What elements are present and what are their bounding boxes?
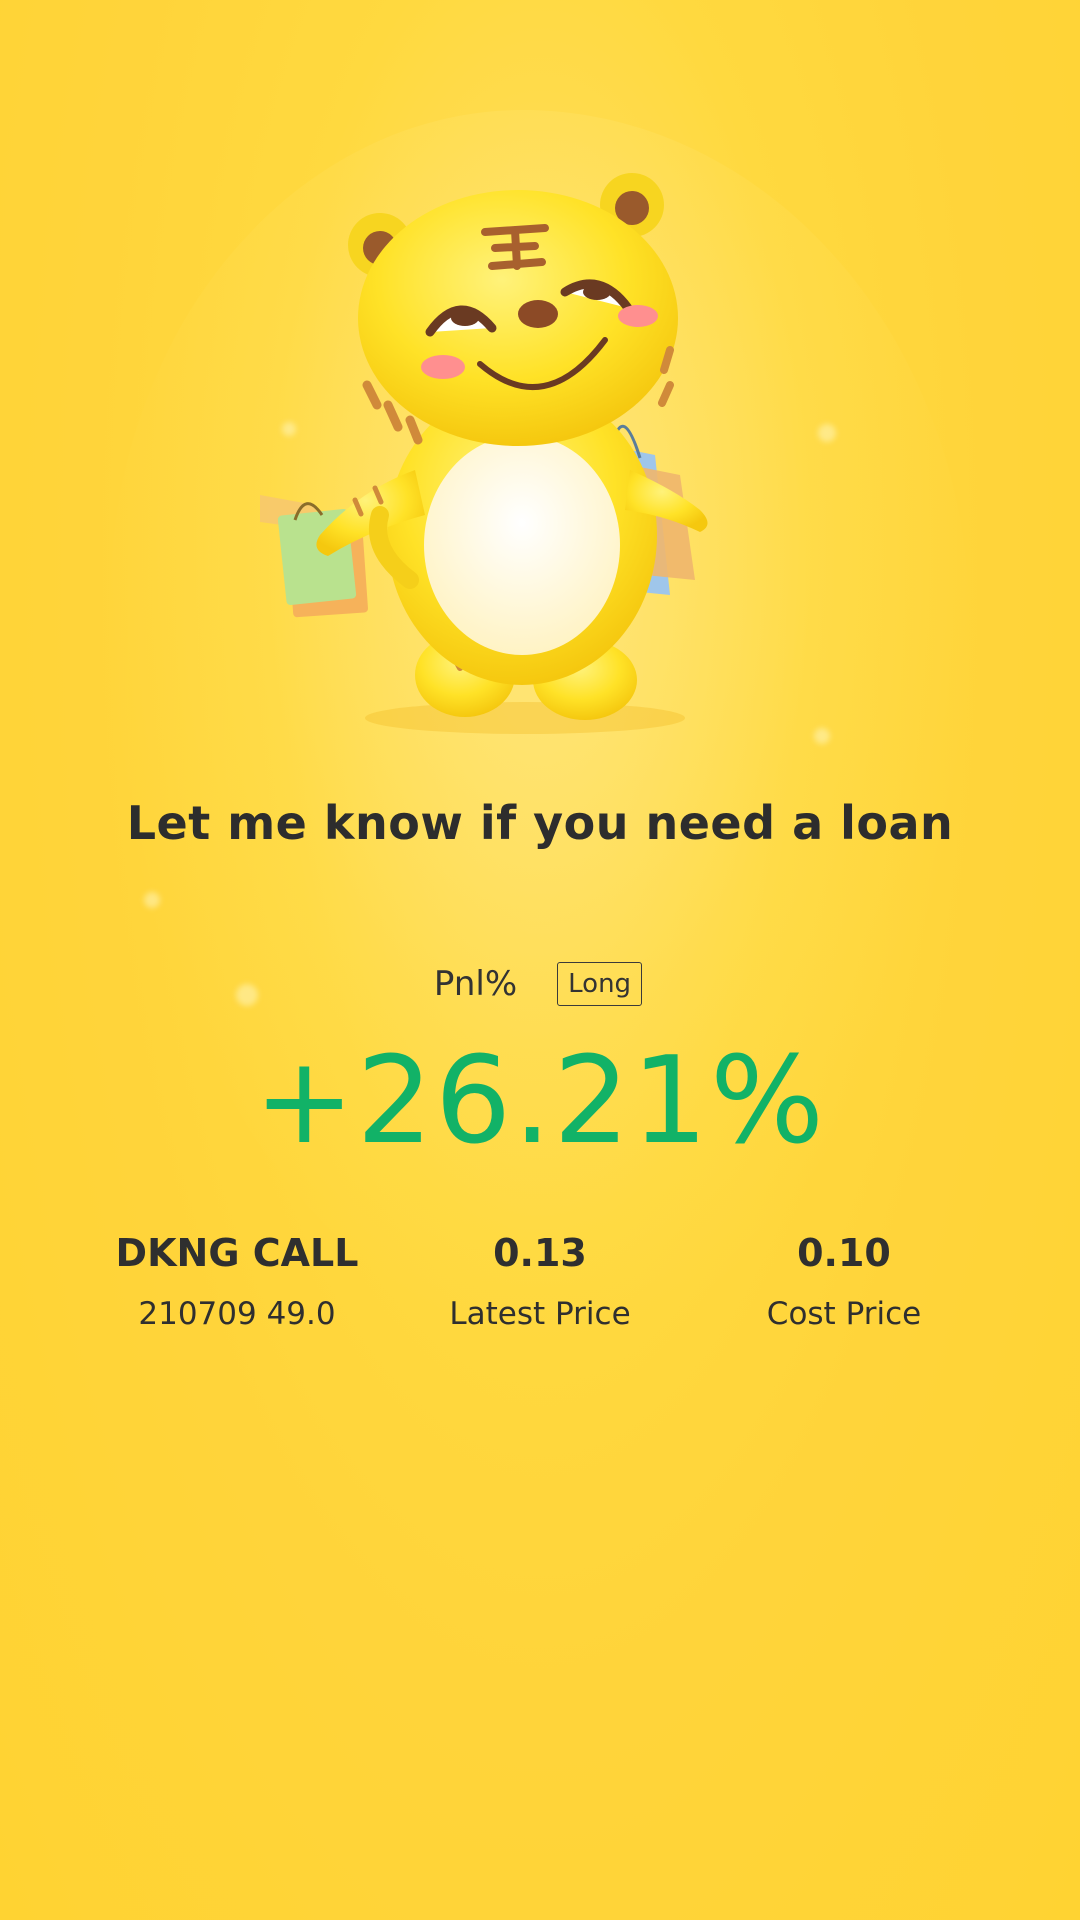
pnl-header: Pnl% Long	[0, 962, 1080, 1006]
cost-price-label: Cost Price	[766, 1296, 922, 1332]
sparkle	[144, 892, 160, 908]
pnl-value: +26.21%	[253, 1032, 827, 1171]
pnl-label: Pnl%	[433, 964, 518, 1004]
sparkle	[814, 728, 830, 744]
position-badge: Long	[557, 962, 643, 1006]
cost-price-value: 0.10	[797, 1231, 891, 1275]
stat-cost-price: 0.10 Cost Price	[664, 1230, 1024, 1334]
loan-headline: Let me know if you need a loan	[126, 796, 954, 850]
tiger-mascot-icon	[260, 173, 708, 734]
sparkle	[818, 424, 836, 442]
